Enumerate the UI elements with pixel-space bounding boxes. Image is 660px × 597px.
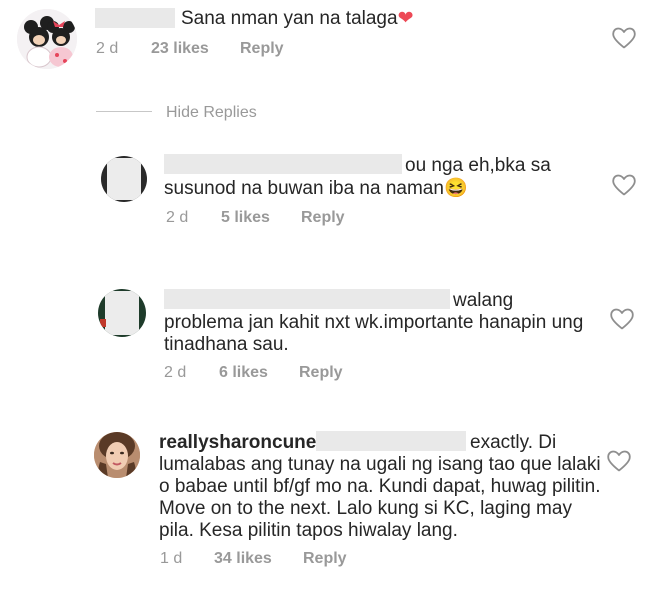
comment-text: ou nga eh,bka sa — [405, 155, 551, 176]
heart-outline-icon[interactable] — [609, 307, 635, 331]
avatar[interactable] — [94, 432, 140, 478]
comment-time: 1 d — [160, 550, 183, 567]
redacted-username — [95, 8, 175, 28]
avatar[interactable] — [17, 9, 77, 69]
likes-count[interactable]: 6 likes — [219, 363, 268, 383]
comment-time: 2 d — [96, 40, 119, 57]
comment-time: 2 d — [166, 209, 189, 226]
red-heart-emoji: ❤ — [397, 8, 414, 29]
comment-text: lumalabas ang tunay na ugali ng isang ta… — [159, 454, 601, 475]
comment-text: susunod na buwan iba na naman😆 — [164, 178, 468, 199]
heart-outline-icon[interactable] — [611, 26, 637, 50]
comment-text: o babae until bf/gf mo na. Kundi dapat, … — [159, 476, 601, 497]
hide-replies-button[interactable]: Hide Replies — [166, 103, 257, 123]
profile-photo-icon — [94, 432, 140, 478]
comment-username[interactable]: reallysharoncuneta — [159, 431, 333, 455]
comment-text: tinadhana sau. — [164, 334, 289, 355]
comment-text: pila. Kesa pilitin tapos hiwalay lang. — [159, 520, 458, 541]
comment-text: Sana nman yan na talaga❤ — [181, 8, 414, 29]
redacted-username — [164, 289, 450, 309]
reply-button[interactable]: Reply — [301, 208, 345, 228]
comment-text: Move on to the next. Lalo kung si KC, la… — [159, 498, 572, 519]
avatar[interactable] — [101, 156, 147, 202]
reply-button[interactable]: Reply — [240, 39, 284, 59]
redacted-username — [164, 154, 402, 174]
likes-count[interactable]: 23 likes — [151, 39, 209, 59]
comment-text: problema jan kahit nxt wk.importante han… — [164, 312, 584, 333]
likes-count[interactable]: 5 likes — [221, 208, 270, 228]
likes-count[interactable]: 34 likes — [214, 549, 272, 569]
reply-button[interactable]: Reply — [303, 549, 347, 569]
reply-button[interactable]: Reply — [299, 363, 343, 383]
redacted-name — [316, 431, 466, 451]
heart-outline-icon[interactable] — [606, 449, 632, 473]
mickey-minnie-avatar-icon — [17, 9, 77, 69]
heart-outline-icon[interactable] — [611, 173, 637, 197]
comment-time: 2 d — [164, 364, 187, 381]
comment-text: walang — [453, 290, 514, 311]
comment-text: exactly. Di — [470, 432, 557, 453]
avatar[interactable] — [98, 289, 146, 337]
laughing-emoji: 😆 — [443, 178, 468, 199]
hide-replies-divider — [96, 111, 152, 112]
